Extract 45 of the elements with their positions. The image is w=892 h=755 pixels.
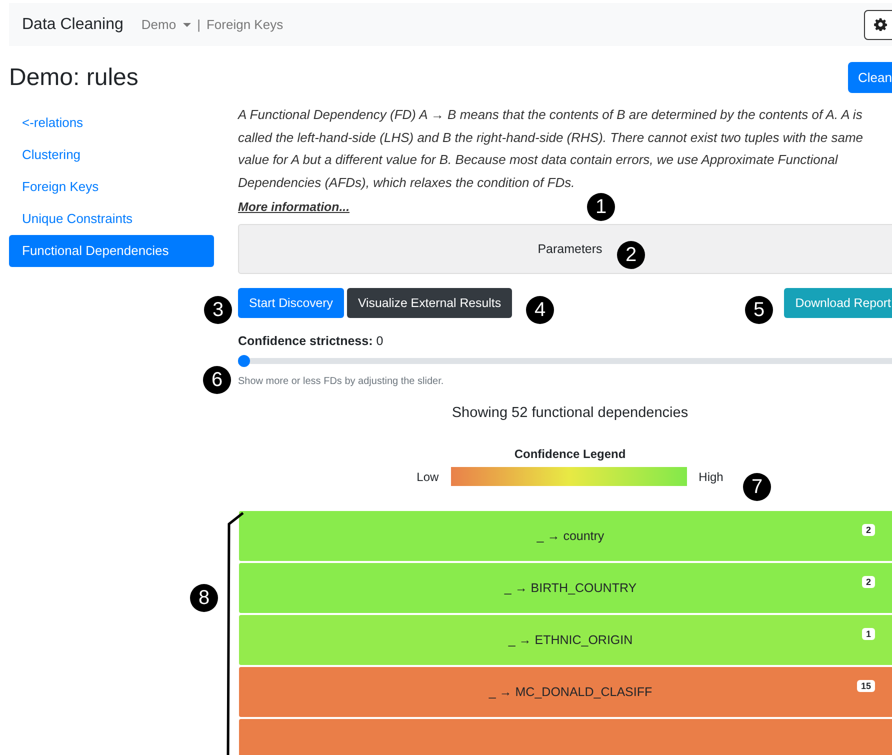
more-information-link[interactable]: More information... xyxy=(238,200,350,214)
settings-button[interactable] xyxy=(864,10,892,40)
callout-number: 4 xyxy=(526,296,554,324)
sidebar-item[interactable]: Functional Dependencies xyxy=(9,235,214,267)
slider-thumb[interactable] xyxy=(238,355,250,367)
count-badge: 2 xyxy=(862,524,875,536)
summary-text: Showing 52 functional dependencies xyxy=(450,405,690,421)
sidebar-item[interactable]: Clustering xyxy=(9,139,214,171)
sidebar-item[interactable]: <-relations xyxy=(9,107,214,139)
slider-hint: Show more or less FDs by adjusting the slider. xyxy=(238,376,445,387)
callout-number: 5 xyxy=(745,296,773,324)
breadcrumb-separator: | xyxy=(197,17,200,32)
dataset-dropdown[interactable]: Demo xyxy=(141,17,198,32)
count-badge: 15 xyxy=(856,680,875,692)
clean-button[interactable]: Clean xyxy=(848,62,892,93)
dependency-label: _ → ETHNIC_ORIGIN xyxy=(508,633,633,647)
legend-title: Confidence Legend xyxy=(514,447,626,461)
callout-number: 3 xyxy=(204,296,232,324)
download-report-button[interactable]: Download Report xyxy=(784,288,892,318)
dependency-label: _ → MC_DONALD_CLASIFF xyxy=(488,685,652,699)
slider-label: Confidence strictness: 0 xyxy=(238,334,384,348)
brand-title[interactable]: Data Cleaning xyxy=(22,16,124,34)
sidebar-item[interactable]: Unique Constraints xyxy=(9,203,214,235)
dependency-label: _ → BIRTH_COUNTRY xyxy=(504,581,637,595)
sidebar-item[interactable]: Foreign Keys xyxy=(9,171,214,203)
dependency-row[interactable]: _ → BIRTH_COUNTRY 2 xyxy=(239,563,892,613)
breadcrumb-item: Foreign Keys xyxy=(206,17,284,32)
dependency-row[interactable]: _ → MC_DONALD_CLASIFF 15 xyxy=(239,667,892,717)
start-discovery-button[interactable]: Start Discovery xyxy=(238,288,344,318)
count-badge: 2 xyxy=(862,576,875,588)
legend-high-label: High xyxy=(698,470,724,484)
dependency-row[interactable]: _ → country 2 xyxy=(239,511,892,561)
dependency-label: _ → country xyxy=(536,529,604,543)
page-title: Demo: rules xyxy=(9,64,138,92)
caret-icon xyxy=(183,22,192,26)
callout-number: 1 xyxy=(587,193,615,221)
callout-number: 8 xyxy=(190,584,218,612)
count-badge: 1 xyxy=(862,628,875,640)
dependency-row[interactable]: _ → ETHNIC_ORIGIN 1 xyxy=(239,615,892,665)
legend-low-label: Low xyxy=(416,470,439,484)
callout-number: 6 xyxy=(203,366,231,394)
settings-icon xyxy=(874,18,887,31)
visualize-button[interactable]: Visualize External Results xyxy=(347,288,512,318)
description-text: A Functional Dependency (FD) A → B means that the contents of B are determined by the contents of A. A is called the left-hand-side (LHS) and B the right-hand-side (RHS). There cannot exist two tuples with the same value for A but a different value for B. Because most data contain errors, we use Approximate Functional Dependencies (AFDs), which relaxes the condition of FDs. xyxy=(238,106,864,192)
callout-number: 7 xyxy=(743,473,771,501)
